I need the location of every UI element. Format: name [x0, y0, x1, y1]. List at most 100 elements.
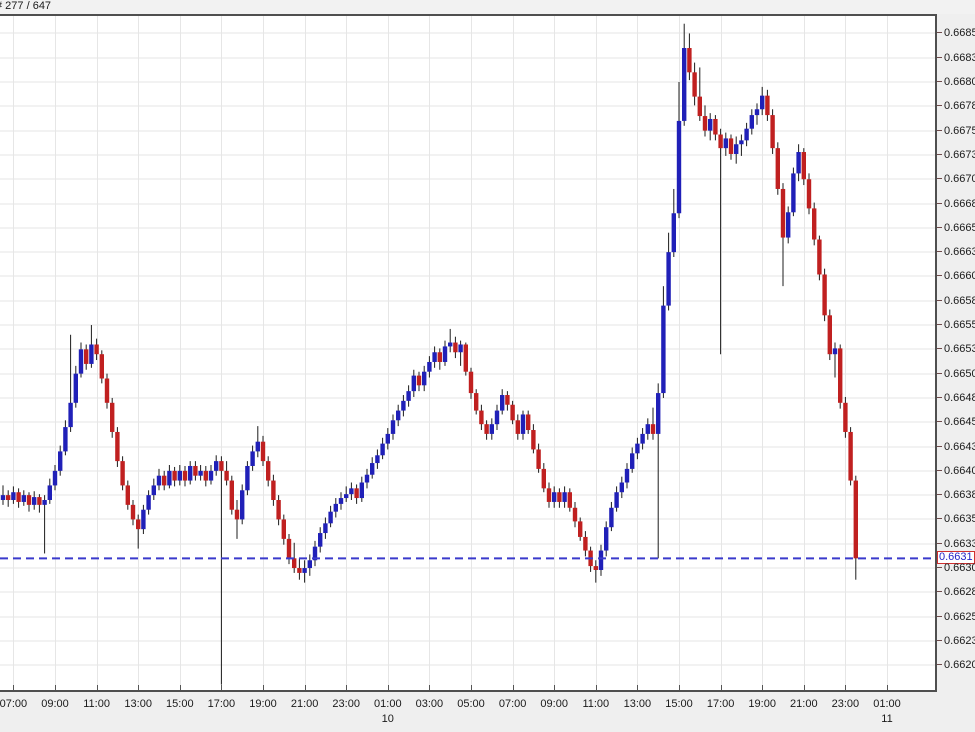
candle-up — [42, 500, 46, 505]
candle-up — [141, 510, 145, 529]
price-tick-mark — [937, 57, 942, 58]
candle-down — [131, 505, 135, 520]
candle-down — [516, 420, 520, 434]
time-axis-label: 01:00 — [374, 698, 402, 710]
candle-up — [672, 213, 676, 252]
candle-down — [713, 119, 717, 135]
candle-down — [557, 492, 561, 502]
candle-up — [458, 344, 462, 352]
candle-up — [188, 466, 192, 481]
candle-up — [396, 411, 400, 421]
candle-down — [105, 379, 109, 403]
candle-up — [656, 393, 660, 434]
candle-down — [547, 488, 551, 502]
candle-down — [464, 344, 468, 371]
candle-up — [750, 115, 754, 129]
candle-up — [640, 434, 644, 444]
candle-up — [344, 494, 348, 498]
price-tick-mark — [937, 640, 942, 641]
time-axis-label: 03:00 — [416, 698, 444, 710]
candle-down — [568, 492, 572, 508]
candle-up — [495, 411, 499, 425]
candle-up — [375, 455, 379, 463]
candle-down — [84, 349, 88, 364]
candle-up — [22, 495, 26, 502]
candle-up — [152, 485, 156, 495]
candle-down — [110, 403, 114, 432]
candle-down — [162, 476, 166, 486]
candle-down — [583, 537, 587, 551]
candle-up — [708, 119, 712, 131]
candle-up — [562, 492, 566, 502]
time-axis-label: 21:00 — [291, 698, 319, 710]
candle-up — [604, 527, 608, 550]
candle-down — [204, 471, 208, 481]
bar-counter-label: # 277 / 647 — [0, 0, 51, 12]
candle-up — [412, 376, 416, 392]
time-axis-label: 17:00 — [208, 698, 236, 710]
candle-down — [183, 471, 187, 481]
price-axis[interactable]: 0.6631 0.66850.66830.66800.66780.66750.6… — [937, 14, 975, 692]
candle-up — [391, 420, 395, 434]
candle-down — [276, 500, 280, 519]
candle-up — [724, 138, 728, 148]
time-axis-label: 09:00 — [540, 698, 568, 710]
chart-plot-area[interactable] — [0, 14, 937, 692]
candle-down — [729, 138, 733, 154]
candle-down — [354, 488, 358, 498]
candle-up — [677, 121, 681, 213]
candle-up — [786, 212, 790, 237]
candle-up — [609, 508, 613, 527]
chart-window: # 277 / 647 0.6631 0.66850.66830.66800.6… — [0, 0, 975, 732]
candle-down — [94, 344, 98, 354]
candle-up — [178, 471, 182, 481]
candle-up — [490, 424, 494, 434]
candle-down — [469, 372, 473, 393]
candle-up — [744, 129, 748, 141]
candle-up — [308, 560, 312, 568]
time-axis-label: 15:00 — [665, 698, 693, 710]
candle-up — [635, 444, 639, 454]
price-tick-mark — [937, 203, 942, 204]
candle-up — [250, 451, 254, 466]
candle-up — [682, 48, 686, 121]
candle-down — [802, 152, 806, 179]
candle-up — [625, 469, 629, 483]
time-axis[interactable]: 07:0009:0011:0013:0015:0017:0019:0021:00… — [0, 692, 975, 732]
candle-up — [422, 372, 426, 386]
candle-up — [11, 492, 15, 500]
candle-up — [240, 490, 244, 519]
candle-down — [16, 492, 20, 502]
candle-up — [760, 96, 764, 110]
candle-down — [765, 96, 769, 115]
candle-up — [630, 453, 634, 469]
candle-down — [193, 466, 197, 476]
time-axis-label: 19:00 — [249, 698, 277, 710]
candle-up — [318, 533, 322, 547]
candle-up — [198, 471, 202, 476]
candle-down — [578, 521, 582, 537]
candle-up — [552, 492, 556, 502]
candle-down — [271, 481, 275, 500]
price-tick-mark — [937, 324, 942, 325]
candle-down — [843, 403, 847, 432]
candle-up — [302, 568, 306, 573]
candle-down — [126, 485, 130, 504]
price-tick-mark — [937, 81, 942, 82]
price-tick-mark — [937, 178, 942, 179]
candle-up — [349, 488, 353, 494]
candle-down — [287, 539, 291, 558]
candle-up — [796, 152, 800, 173]
candle-up — [500, 395, 504, 411]
candle-down — [510, 405, 514, 421]
candle-up — [1, 495, 5, 500]
candle-down — [453, 343, 457, 353]
candle-up — [146, 495, 150, 510]
candle-down — [698, 97, 702, 116]
candle-down — [781, 189, 785, 238]
candle-up — [370, 463, 374, 475]
time-axis-label: 11:00 — [83, 698, 110, 710]
candle-down — [27, 495, 31, 505]
candle-up — [661, 306, 665, 393]
candle-up — [386, 434, 390, 444]
